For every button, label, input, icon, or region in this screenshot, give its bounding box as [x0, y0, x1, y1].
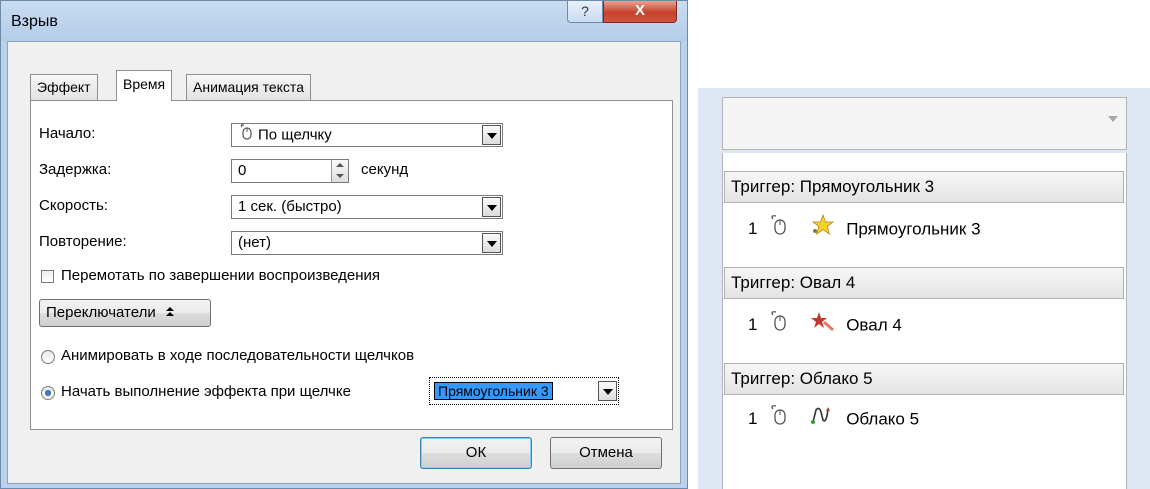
animation-item[interactable]: 1 Овал 4	[748, 310, 902, 340]
spin-up-icon[interactable]	[336, 163, 344, 167]
animation-item[interactable]: 1 Облако 5	[748, 404, 919, 434]
trigger-object-value: Прямоугольник 3	[434, 382, 553, 400]
speed-dropdown[interactable]: 1 сек. (быстро)	[231, 195, 503, 219]
speed-label: Скорость:	[39, 197, 108, 214]
item-label: Облако 5	[846, 409, 920, 429]
title-bar[interactable]: Взрыв ? X	[1, 1, 687, 41]
tab-timing[interactable]: Время	[116, 70, 173, 101]
start-value: По щелчку	[258, 126, 332, 144]
mouse-icon	[238, 124, 252, 147]
close-button[interactable]: X	[603, 1, 677, 23]
dialog-client-area: Эффект Время Анимация текста Начало: По …	[7, 41, 681, 484]
repeat-label: Повторение:	[39, 233, 127, 250]
trigger-header[interactable]: Триггер: Прямоугольник 3	[724, 171, 1124, 203]
delay-unit: секунд	[361, 161, 409, 178]
repeat-dropdown[interactable]: (нет)	[231, 231, 503, 255]
ok-button[interactable]: ОК	[420, 437, 532, 469]
rewind-label[interactable]: Перемотать по завершении воспроизведения	[61, 267, 380, 284]
mouse-icon	[767, 405, 807, 435]
tab-effect[interactable]: Эффект	[30, 74, 98, 100]
animate-sequence-label[interactable]: Анимировать в ходе последовательности ще…	[61, 347, 414, 364]
delay-value: 0	[238, 162, 247, 179]
spin-buttons[interactable]	[331, 160, 348, 182]
double-chevron-up-icon	[164, 300, 176, 326]
item-label: Прямоугольник 3	[846, 219, 981, 239]
tab-text-animation[interactable]: Анимация текста	[186, 74, 311, 100]
speed-value: 1 сек. (быстро)	[238, 198, 342, 215]
triggers-button[interactable]: Переключатели	[39, 299, 211, 327]
start-dropdown[interactable]: По щелчку	[231, 123, 503, 147]
burst-star-icon	[811, 310, 841, 342]
pane-top-field	[722, 97, 1127, 150]
chevron-down-icon[interactable]	[1108, 116, 1118, 122]
rewind-checkbox[interactable]	[41, 270, 54, 283]
start-on-click-radio[interactable]	[41, 386, 55, 400]
chevron-down-icon[interactable]	[482, 197, 501, 217]
item-label: Овал 4	[846, 315, 902, 335]
motion-path-icon	[811, 404, 841, 436]
item-number: 1	[748, 219, 758, 239]
mouse-icon	[767, 215, 807, 245]
delay-stepper[interactable]: 0	[231, 159, 349, 183]
trigger-object-dropdown[interactable]: Прямоугольник 3	[429, 377, 619, 405]
explode-star-icon	[811, 213, 841, 246]
start-label: Начало:	[39, 125, 96, 142]
dialog-title: Взрыв	[11, 13, 58, 30]
item-number: 1	[748, 315, 758, 335]
mouse-icon	[767, 311, 807, 341]
chevron-down-icon[interactable]	[482, 125, 501, 145]
animate-sequence-radio[interactable]	[41, 350, 55, 364]
animation-item[interactable]: 1 Прямоугольник 3	[748, 213, 981, 246]
chevron-down-icon[interactable]	[482, 233, 501, 253]
cancel-button[interactable]: Отмена	[550, 437, 662, 469]
repeat-value: (нет)	[238, 234, 271, 251]
help-button[interactable]: ?	[567, 1, 603, 23]
chevron-down-icon[interactable]	[598, 381, 617, 401]
delay-label: Задержка:	[39, 161, 112, 178]
trigger-header[interactable]: Триггер: Облако 5	[724, 363, 1124, 395]
effect-options-dialog: Взрыв ? X Эффект Время Анимация текста Н…	[0, 0, 688, 489]
start-on-click-label[interactable]: Начать выполнение эффекта при щелчке	[61, 383, 351, 400]
triggers-button-label: Переключатели	[46, 304, 156, 321]
item-number: 1	[748, 409, 758, 429]
trigger-header[interactable]: Триггер: Овал 4	[724, 267, 1124, 299]
spin-down-icon[interactable]	[336, 174, 344, 178]
timing-tab-panel: Начало: По щелчку Задержка: 0 секунд Ско…	[30, 100, 673, 430]
